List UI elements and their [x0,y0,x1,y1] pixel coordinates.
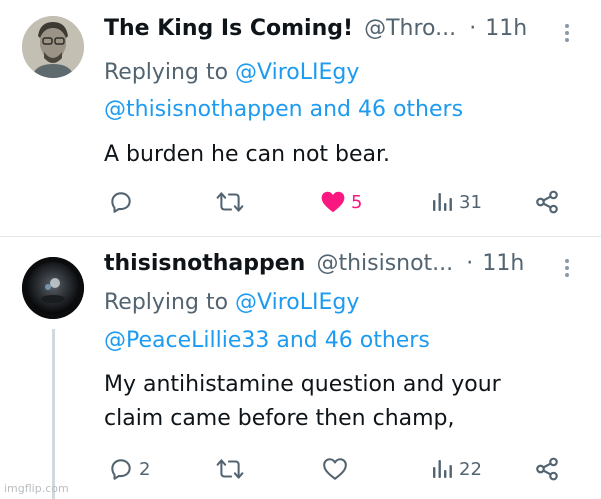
tweet-1[interactable]: The King Is Coming! @Thro... · 11h Reply… [0,0,601,236]
share-button[interactable] [534,455,560,483]
watermark: imgflip.com [4,482,69,495]
share-icon [536,190,558,214]
tweet-text-line: claim came before then champ, [104,406,455,431]
timestamp[interactable]: 11h [485,16,527,41]
user-handle[interactable]: @thisisnot... [316,251,453,276]
views-icon [433,460,452,478]
display-name[interactable]: The King Is Coming! [104,16,353,41]
retweet-button[interactable] [216,188,249,216]
action-bar: 5 31 [0,188,601,216]
tweet-text-line: A burden he can not bear. [104,142,391,167]
like-count: 5 [351,191,363,213]
user-handle[interactable]: @Thro... [364,16,456,41]
tweet-2[interactable]: thisisnothappen @thisisnot... · 11h Repl… [0,237,601,499]
more-icon[interactable] [561,22,573,46]
reply-icon [111,459,131,480]
replying-others-line: @PeaceLillie33 and 46 others [104,326,430,356]
timestamp[interactable]: 11h [482,251,524,276]
replying-to-user-link[interactable]: @ViroLIEgy [235,60,359,85]
replying-to-line: Replying to @ViroLIEgy [104,288,359,318]
reply-count: 2 [139,458,151,480]
replying-others-count-link[interactable]: and 46 others [310,97,463,122]
display-name[interactable]: thisisnothappen [104,251,305,276]
heart-icon [323,458,347,480]
replying-to-line: Replying to @ViroLIEgy [104,58,359,88]
retweet-icon [216,459,244,479]
action-bar: 2 22 [0,455,601,483]
avatar[interactable] [22,257,84,319]
separator-dot: · [469,16,477,41]
replying-others-line: @thisisnothappen and 46 others [104,95,463,125]
tweet-header: thisisnothappen @thisisnot... · 11h [104,251,573,283]
reply-icon [111,192,131,213]
replying-others-user-link[interactable]: @PeaceLillie33 [104,328,269,353]
views-button[interactable]: 22 [430,455,482,483]
share-button[interactable] [534,188,560,216]
separator-dot: · [466,251,474,276]
tweet-header: The King Is Coming! @Thro... · 11h [104,16,573,48]
like-button[interactable]: 5 [320,188,362,216]
like-button[interactable] [322,455,353,483]
replying-to-label: Replying to [104,60,229,85]
avatar[interactable] [22,16,84,78]
tweet-text-line: My antihistamine question and your [104,372,501,397]
heart-icon [321,191,345,213]
reply-button[interactable] [108,188,139,216]
replying-others-user-link[interactable]: @thisisnothappen [104,97,303,122]
share-icon [536,457,558,481]
retweet-icon [216,192,244,212]
views-count: 22 [459,458,482,480]
replying-to-label: Replying to [104,290,229,315]
views-button[interactable]: 31 [430,188,482,216]
more-icon[interactable] [561,257,573,281]
reply-button[interactable]: 2 [108,455,150,483]
views-count: 31 [459,191,482,213]
replying-to-user-link[interactable]: @ViroLIEgy [235,290,359,315]
retweet-button[interactable] [216,455,249,483]
replying-others-count-link[interactable]: and 46 others [276,328,429,353]
avatar-portrait-image [22,16,84,78]
avatar-dark-orb-image [22,257,84,319]
views-icon [433,193,452,211]
